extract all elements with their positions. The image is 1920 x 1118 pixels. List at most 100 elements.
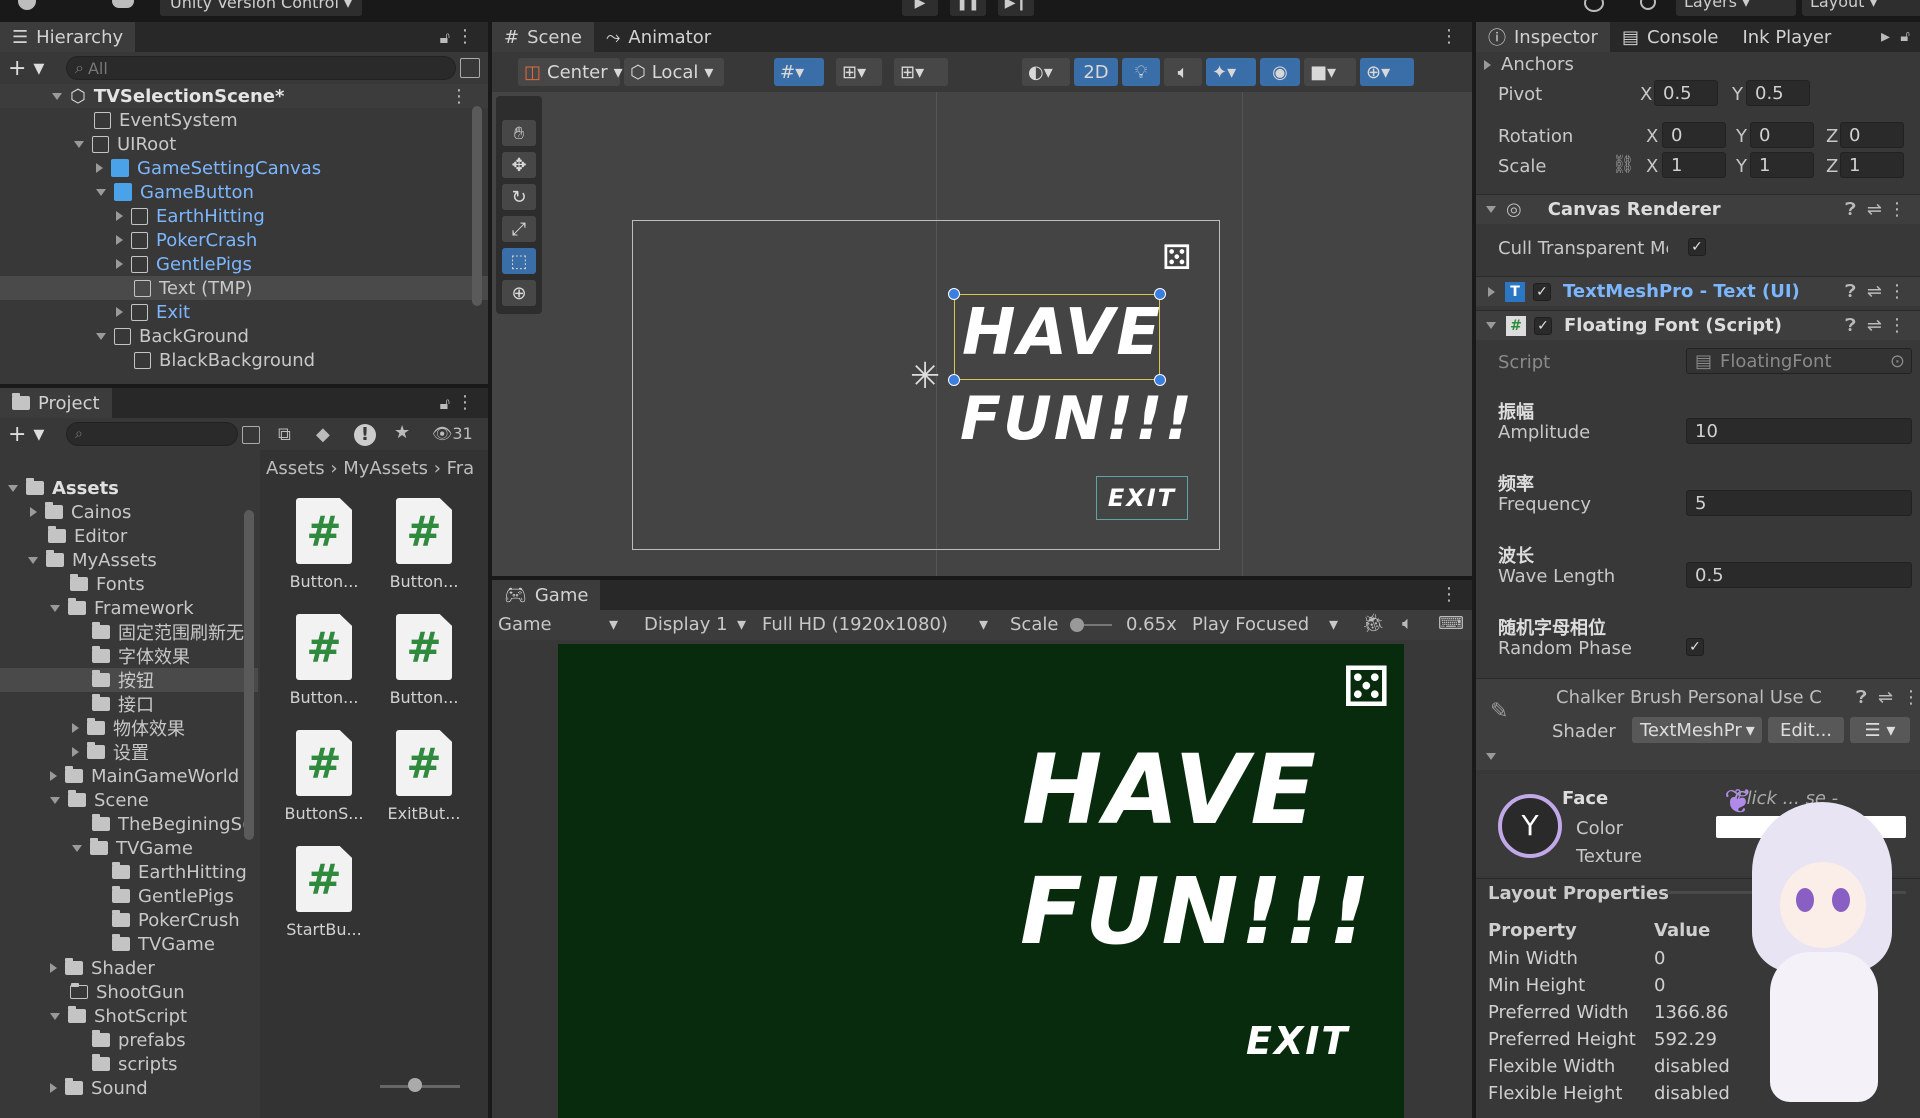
rotation-z-field[interactable]: 0	[1840, 122, 1904, 148]
local-global-dropdown[interactable]: ⬡ Local ▾	[624, 58, 724, 86]
filter-icon[interactable]	[460, 58, 480, 78]
expand-arrow-icon[interactable]	[1484, 60, 1491, 70]
tree-item-myassets[interactable]: MyAssets	[0, 548, 258, 572]
account-icon[interactable]	[18, 0, 36, 10]
bug-icon[interactable]: 🐞︎	[1362, 613, 1385, 634]
favorite-icon[interactable]: ★	[394, 422, 410, 443]
preset-icon[interactable]: ⇌	[1878, 687, 1893, 708]
hierarchy-item-earthhitting[interactable]: EarthHitting	[0, 204, 488, 228]
expand-arrow-icon[interactable]	[116, 307, 123, 317]
search-icon[interactable]	[1640, 0, 1656, 10]
camera-button[interactable]: ■▾	[1304, 58, 1356, 86]
tab-ink-player[interactable]: Ink Player	[1730, 22, 1843, 52]
tree-item-fonts[interactable]: Fonts	[0, 572, 258, 596]
handle-dot[interactable]	[1154, 288, 1166, 300]
help-icon[interactable]: ❓︎	[1845, 199, 1856, 220]
game-exit-button[interactable]: EXIT	[1246, 1022, 1349, 1060]
expand-arrow-icon[interactable]	[8, 484, 18, 492]
more-icon[interactable]: ⋮	[1888, 315, 1906, 336]
tree-item-editor[interactable]: Editor	[0, 524, 258, 548]
frequency-field[interactable]: 5	[1686, 490, 1912, 516]
lock-icon[interactable]: 🔓︎	[1900, 27, 1910, 45]
hierarchy-item-background[interactable]: BackGround	[0, 324, 488, 348]
history-icon[interactable]	[1584, 0, 1604, 12]
tree-item-sound[interactable]: Sound	[0, 1076, 258, 1100]
wavelength-field[interactable]: 0.5	[1686, 562, 1912, 588]
scene-root-row[interactable]: ⬡ TVSelectionScene* ⋮	[0, 84, 488, 108]
script-asset-icon[interactable]: #	[396, 730, 452, 796]
tab-console[interactable]: ▤ Console	[1610, 22, 1730, 52]
pivot-center-dropdown[interactable]: ◫ Center ▾	[518, 58, 623, 86]
exit-button-preview[interactable]: EXIT	[1096, 476, 1188, 520]
cull-transparent-checkbox[interactable]: ✓	[1688, 238, 1706, 256]
tree-item-earthhitting[interactable]: EarthHitting	[0, 860, 258, 884]
expand-arrow-icon[interactable]	[50, 1083, 57, 1093]
pivot-handle-icon[interactable]: ✳	[910, 356, 940, 397]
expand-arrow-icon[interactable]	[72, 844, 82, 852]
tree-item-cainos[interactable]: Cainos	[0, 500, 258, 524]
tab-hierarchy[interactable]: ☰ Hierarchy	[0, 22, 136, 52]
view-dropdown[interactable]: Game ▾	[498, 614, 624, 635]
collapse-arrow-icon[interactable]	[1486, 206, 1496, 213]
label-filter-icon[interactable]: ◆	[316, 424, 330, 445]
grid-visibility-button[interactable]: ⊞▾	[894, 58, 948, 86]
expand-arrow-icon[interactable]	[50, 1012, 60, 1020]
tree-item-gentlepigs[interactable]: GentlePigs	[0, 884, 258, 908]
pivot-x-field[interactable]: 0.5	[1654, 80, 1718, 106]
stats-icon[interactable]: ⌨︎	[1438, 613, 1464, 634]
rotation-x-field[interactable]: 0	[1662, 122, 1726, 148]
tree-item-settings[interactable]: 设置	[0, 740, 258, 764]
script-asset-icon[interactable]: #	[296, 846, 352, 912]
script-asset-icon[interactable]: #	[396, 498, 452, 564]
toggle-2d-button[interactable]: 2D	[1074, 58, 1118, 86]
scale-slider-handle[interactable]	[1070, 618, 1084, 632]
expand-arrow-icon[interactable]	[52, 92, 62, 100]
breadcrumb-item[interactable]: Assets	[266, 458, 325, 479]
tree-item-buttons[interactable]: 按钮	[0, 668, 258, 692]
tab-game[interactable]: 🎮︎ Game	[492, 580, 601, 610]
lighting-button[interactable]: 💡︎	[1122, 58, 1160, 86]
expand-arrow-icon[interactable]	[96, 332, 106, 340]
layers-dropdown[interactable]: Layers ▾	[1676, 0, 1796, 16]
layout-dropdown[interactable]: Layout ▾	[1802, 0, 1920, 16]
play-mode-dropdown[interactable]: Play Focused ▾	[1192, 614, 1342, 635]
textmeshpro-header[interactable]: T ✓ TextMeshPro - Text (UI) ❓︎ ⇌ ⋮	[1476, 276, 1920, 306]
tree-item-thebegining[interactable]: TheBeginingS(	[0, 812, 258, 836]
warning-icon[interactable]: !	[354, 424, 376, 446]
hierarchy-item-blackbackground[interactable]: BlackBackground	[0, 348, 488, 372]
help-icon[interactable]: ❓︎	[1845, 315, 1856, 336]
breadcrumb-item[interactable]: Fra	[447, 458, 474, 479]
tab-project[interactable]: Project	[0, 388, 112, 418]
script-asset-icon[interactable]: #	[296, 614, 352, 680]
rect-tool-icon[interactable]: ⬚	[502, 248, 536, 274]
visibility-count[interactable]: 👁︎31	[432, 424, 473, 443]
tab-scene[interactable]: # Scene	[492, 22, 594, 52]
more-icon[interactable]: ⋮	[1888, 281, 1906, 302]
tree-item-shotscript[interactable]: ShotScript	[0, 1004, 258, 1028]
filter-icon[interactable]	[242, 426, 260, 444]
more-icon[interactable]: ⋮	[456, 392, 474, 413]
expand-arrow-icon[interactable]	[116, 211, 123, 221]
script-asset-icon[interactable]: #	[296, 730, 352, 796]
rotate-tool-icon[interactable]: ↻	[502, 184, 536, 210]
expand-arrow-icon[interactable]	[72, 723, 79, 733]
expand-arrow-icon[interactable]	[72, 747, 79, 757]
tab-animator[interactable]: ⤳ Animator	[594, 22, 723, 52]
increment-snap-button[interactable]: ⊞▾	[836, 58, 882, 86]
random-phase-checkbox[interactable]: ✓	[1686, 638, 1704, 656]
draw-mode-button[interactable]: ◐▾	[1022, 58, 1070, 86]
tree-item-prefabs[interactable]: prefabs	[0, 1028, 258, 1052]
project-search-input[interactable]: ⌕	[66, 422, 238, 446]
component-enabled-checkbox[interactable]: ✓	[1534, 316, 1552, 335]
hierarchy-scrollbar[interactable]	[472, 106, 482, 306]
shader-edit-button[interactable]: Edit...	[1768, 717, 1844, 743]
transform-tool-icon[interactable]: ⊕	[502, 280, 536, 306]
tree-item-tvgame[interactable]: TVGame	[0, 836, 258, 860]
help-icon[interactable]: ❓︎	[1845, 281, 1856, 302]
hierarchy-item-exit[interactable]: Exit	[0, 300, 488, 324]
hierarchy-item-uiroot[interactable]: UIRoot	[0, 132, 488, 156]
handle-dot[interactable]	[948, 288, 960, 300]
floating-font-header[interactable]: # ✓ Floating Font (Script) ❓︎ ⇌ ⋮	[1476, 310, 1920, 340]
tree-item-scripts[interactable]: scripts	[0, 1052, 258, 1076]
tree-item-framework[interactable]: Framework	[0, 596, 258, 620]
